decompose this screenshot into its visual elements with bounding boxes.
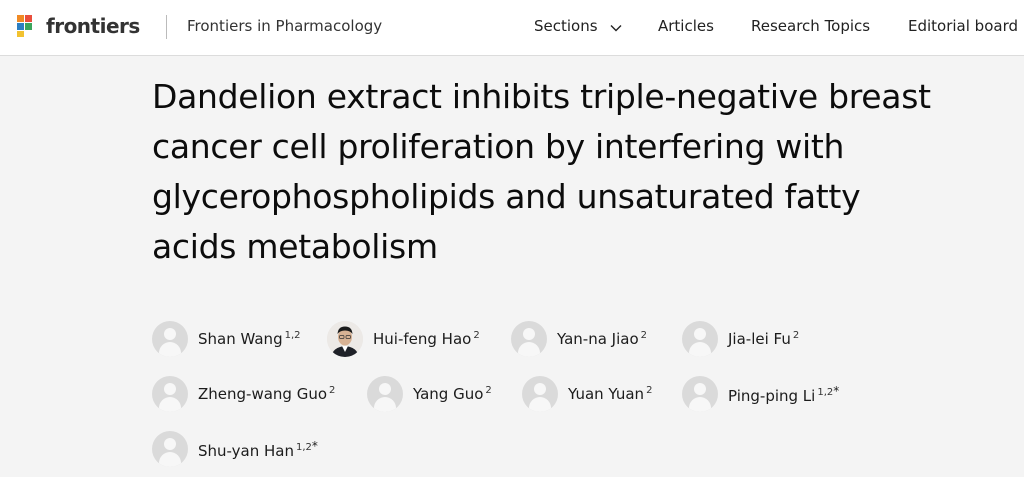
author-shu-yan-han[interactable]: Shu-yan Han 1,2* [152, 431, 318, 467]
nav-articles[interactable]: Articles [658, 17, 714, 35]
nav-sections-label: Sections [534, 17, 598, 35]
nav-research-topics[interactable]: Research Topics [751, 17, 870, 35]
affiliation-marker: 1,2 [817, 386, 834, 398]
author-name: Hui-feng Hao 2 [373, 330, 480, 348]
affiliation-marker: 2 [473, 330, 480, 341]
author-name: Shan Wang 1,2 [198, 330, 301, 348]
affiliation-marker: 2 [329, 385, 336, 396]
affiliation-marker: 1,2 [296, 441, 312, 453]
author-name: Yang Guo 2 [413, 385, 492, 403]
chevron-down-icon [610, 18, 622, 36]
author-hui-feng-hao[interactable]: Hui-feng Hao 2 [327, 321, 480, 357]
author-name: Yuan Yuan 2 [568, 385, 653, 403]
nav-editorial-board[interactable]: Editorial board [908, 17, 1018, 35]
avatar-placeholder-icon [152, 321, 188, 357]
affiliation-marker: 2 [646, 385, 653, 396]
avatar-placeholder-icon [367, 376, 403, 412]
author-name: Jia-lei Fu 2 [728, 330, 800, 348]
article-title: Dandelion extract inhibits triple-negati… [152, 77, 931, 266]
author-name: Shu-yan Han 1,2* [198, 438, 318, 460]
corresponding-author-marker: * [833, 383, 840, 398]
affiliation-marker: 2 [792, 330, 800, 341]
affiliation-marker: 1,2 [284, 330, 301, 341]
author-name: Yan-na Jiao 2 [557, 330, 648, 348]
frontiers-logo[interactable]: frontiers [16, 12, 140, 40]
frontiers-logo-icon [17, 15, 32, 37]
author-zheng-wang-guo[interactable]: Zheng-wang Guo 2 [152, 376, 335, 412]
author-name: Ping-ping Li 1,2* [728, 383, 840, 405]
author-jia-lei-fu[interactable]: Jia-lei Fu 2 [682, 321, 799, 357]
author-ping-ping-li[interactable]: Ping-ping Li 1,2* [682, 376, 839, 412]
author-name: Zheng-wang Guo 2 [198, 385, 336, 403]
avatar-placeholder-icon [682, 321, 718, 357]
site-header: frontiers Frontiers in Pharmacology Sect… [0, 0, 1024, 56]
author-yang-guo[interactable]: Yang Guo 2 [367, 376, 492, 412]
author-photo [327, 321, 363, 357]
avatar-placeholder-icon [152, 431, 188, 467]
brand-name: frontiers [46, 14, 140, 38]
avatar-placeholder-icon [511, 321, 547, 357]
affiliation-marker: 2 [640, 330, 648, 341]
avatar-placeholder-icon [152, 376, 188, 412]
avatar-placeholder-icon [682, 376, 718, 412]
author-shan-wang[interactable]: Shan Wang 1,2 [152, 321, 301, 357]
corresponding-author-marker: * [311, 438, 318, 453]
nav-sections[interactable]: Sections [534, 17, 622, 36]
affiliation-marker: 2 [485, 385, 492, 396]
avatar-placeholder-icon [522, 376, 558, 412]
author-yuan-yuan[interactable]: Yuan Yuan 2 [522, 376, 652, 412]
header-divider [166, 15, 167, 39]
journal-name[interactable]: Frontiers in Pharmacology [187, 17, 382, 35]
author-yan-na-jiao[interactable]: Yan-na Jiao 2 [511, 321, 647, 357]
